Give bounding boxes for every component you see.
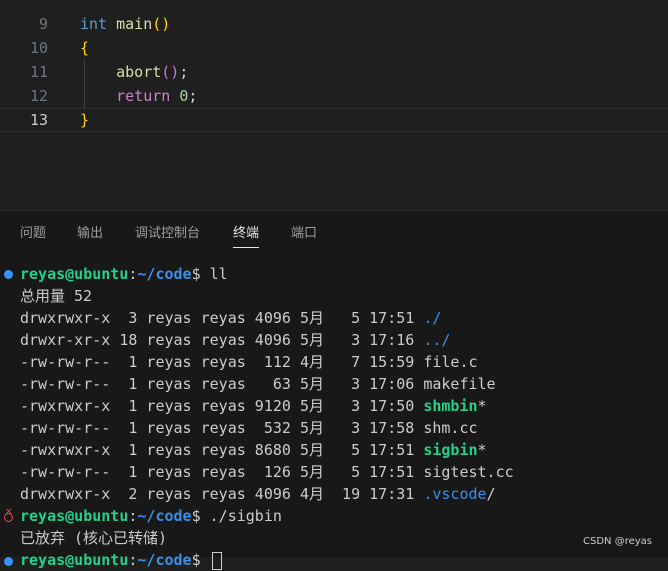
prompt-symbol: $ — [191, 507, 210, 525]
code-token: ; — [179, 63, 189, 81]
prompt-user: reyas@ubuntu — [20, 551, 129, 569]
command-error-icon[interactable] — [4, 507, 13, 522]
line-number: 13 — [29, 111, 48, 129]
code-token: { — [80, 39, 90, 57]
code-line[interactable]: 11 abort(); — [0, 60, 668, 84]
file-meta: -rw-rw-r-- 1 reyas reyas 63 5月 3 17:06 — [20, 375, 424, 393]
code-line[interactable]: 10 { — [0, 36, 668, 60]
terminal-prompt-line: reyas@ubuntu:~/code$ ll — [20, 263, 228, 285]
file-name[interactable]: ../ — [423, 331, 450, 349]
code-token: return — [116, 87, 171, 105]
terminal-cursor — [211, 551, 222, 570]
tab-terminal[interactable]: 终端 — [233, 225, 260, 248]
command-success-icon[interactable] — [4, 270, 13, 279]
terminal-command: ll — [209, 265, 228, 283]
line-number: 10 — [29, 39, 48, 57]
tab-output[interactable]: 输出 — [77, 225, 103, 243]
listing-row: -rw-rw-r-- 1 reyas reyas 126 5月 5 17:51 … — [20, 461, 514, 483]
file-name[interactable]: file.c — [423, 353, 477, 371]
prompt-user: reyas@ubuntu — [20, 265, 129, 283]
code-text: { — [80, 36, 89, 60]
file-meta: -rwxrwxr-x 1 reyas reyas 9120 5月 3 17:50 — [20, 397, 424, 415]
prompt-path: ~/code — [137, 507, 192, 525]
tab-problems[interactable]: 问题 — [20, 225, 46, 243]
abort-message: 已放弃 (核心已转储) — [20, 529, 168, 547]
code-text: return 0; — [80, 84, 197, 108]
file-meta: -rw-rw-r-- 1 reyas reyas 112 4月 7 15:59 — [20, 353, 424, 371]
prompt-symbol: $ — [191, 265, 210, 283]
file-name[interactable]: .vscode — [423, 485, 486, 503]
code-token: int — [80, 15, 108, 33]
listing-row: -rwxrwxr-x 1 reyas reyas 8680 5月 5 17:51… — [20, 439, 487, 461]
code-token: main — [116, 15, 153, 33]
file-suffix: * — [477, 397, 487, 415]
prompt-path: ~/code — [137, 265, 192, 283]
listing-row: -rwxrwxr-x 1 reyas reyas 9120 5月 3 17:50… — [20, 395, 487, 417]
bottom-panel: 问题 输出 调试控制台 终端 端口 reyas@ubuntu:~/code$ l… — [0, 210, 668, 570]
file-name[interactable]: shm.cc — [423, 419, 477, 437]
file-name[interactable]: sigbin — [423, 441, 477, 459]
command-pending-icon — [4, 557, 13, 566]
code-text: } — [80, 108, 89, 132]
code-token: () — [152, 15, 171, 33]
line-number: 11 — [29, 63, 48, 81]
watermark: CSDN @reyas — [583, 536, 652, 547]
file-name[interactable]: sigtest.cc — [423, 463, 513, 481]
tab-ports[interactable]: 端口 — [291, 225, 317, 243]
code-editor[interactable]: 9 int main() 10{11 abort(); 12 return 0; 13} — [0, 0, 668, 210]
file-meta: -rw-rw-r-- 1 reyas reyas 532 5月 3 17:58 — [20, 419, 424, 437]
file-meta: drwxrwxr-x 2 reyas reyas 4096 4月 19 17:3… — [20, 485, 424, 503]
file-name[interactable]: makefile — [423, 375, 495, 393]
code-line[interactable]: 12 return 0; — [0, 84, 668, 108]
file-meta: -rwxrwxr-x 1 reyas reyas 8680 5月 5 17:51 — [20, 441, 424, 459]
listing-row: drwxrwxr-x 3 reyas reyas 4096 5月 5 17:51… — [20, 307, 441, 329]
prompt-symbol: $ — [191, 551, 210, 569]
file-meta: drwxr-xr-x 18 reyas reyas 4096 5月 3 17:1… — [20, 331, 424, 349]
file-meta: -rw-rw-r-- 1 reyas reyas 126 5月 5 17:51 — [20, 463, 424, 481]
listing-row: drwxrwxr-x 2 reyas reyas 4096 4月 19 17:3… — [20, 483, 496, 505]
code-token: abort — [116, 63, 162, 81]
file-name[interactable]: shmbin — [423, 397, 477, 415]
listing-row: -rw-rw-r-- 1 reyas reyas 532 5月 3 17:58 … — [20, 417, 478, 439]
total-line: 总用量 52 — [20, 287, 93, 305]
listing-row: drwxr-xr-x 18 reyas reyas 4096 5月 3 17:1… — [20, 329, 450, 351]
listing-row: -rw-rw-r-- 1 reyas reyas 112 4月 7 15:59 … — [20, 351, 478, 373]
prompt-path: ~/code — [137, 551, 192, 569]
line-number: 9 — [38, 15, 48, 33]
file-meta: drwxrwxr-x 3 reyas reyas 4096 5月 5 17:51 — [20, 309, 424, 327]
prompt-user: reyas@ubuntu — [20, 507, 129, 525]
code-text: int main() — [80, 12, 170, 36]
code-line[interactable]: 13} — [0, 108, 668, 132]
file-suffix: * — [477, 441, 487, 459]
file-suffix: / — [486, 485, 496, 503]
code-token: () — [161, 63, 180, 81]
code-text: abort(); — [80, 60, 188, 84]
file-name[interactable]: ./ — [423, 309, 441, 327]
code-line[interactable]: 9 int main() — [0, 12, 668, 36]
terminal-command: ./sigbin — [209, 507, 282, 525]
code-token: ; — [188, 87, 198, 105]
terminal-prompt-line: reyas@ubuntu:~/code$ — [20, 549, 222, 571]
tab-debug-console[interactable]: 调试控制台 — [135, 225, 200, 243]
terminal-prompt-line: reyas@ubuntu:~/code$ ./sigbin — [20, 505, 282, 527]
code-token: } — [80, 111, 90, 129]
line-number: 12 — [29, 87, 48, 105]
listing-row: -rw-rw-r-- 1 reyas reyas 63 5月 3 17:06 m… — [20, 373, 496, 395]
panel-tabs: 问题 输出 调试控制台 终端 端口 — [0, 211, 668, 255]
